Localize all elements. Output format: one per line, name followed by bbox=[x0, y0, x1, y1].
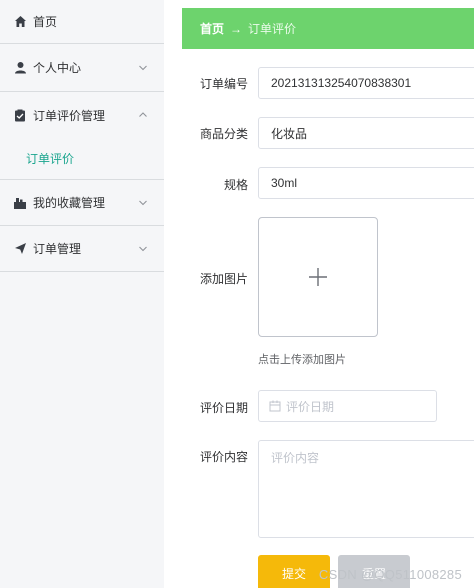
date-label: 评价日期 bbox=[199, 401, 248, 415]
clipboard-icon bbox=[13, 108, 27, 122]
category-field[interactable]: 化妆品 bbox=[258, 117, 474, 149]
chevron-down-icon bbox=[139, 65, 147, 70]
chevron-down-icon bbox=[139, 246, 147, 251]
sidebar-item-label: 订单评价管理 bbox=[33, 108, 106, 123]
chevron-up-icon bbox=[139, 112, 147, 117]
sidebar-item-label: 首页 bbox=[33, 15, 58, 29]
breadcrumb-separator: → bbox=[230, 21, 243, 36]
breadcrumb: 首页 → 订单评价 bbox=[182, 8, 474, 49]
date-picker[interactable]: 评价日期 bbox=[258, 390, 437, 422]
sidebar-item-home[interactable]: 首页 bbox=[0, 0, 164, 44]
sidebar-item-label: 我的收藏管理 bbox=[33, 196, 106, 210]
content-label: 评价内容 bbox=[199, 450, 248, 464]
spec-field[interactable]: 30ml bbox=[258, 167, 474, 199]
sidebar-subitem-order-review[interactable]: 订单评价 bbox=[0, 138, 164, 180]
sidebar-item-label: 个人中心 bbox=[33, 61, 82, 75]
plus-icon bbox=[309, 268, 327, 286]
sidebar-item-profile[interactable]: 个人中心 bbox=[0, 44, 164, 92]
user-icon bbox=[13, 61, 27, 75]
order-no-field[interactable]: 20213131325407083830​1 bbox=[258, 67, 474, 99]
upload-hint: 点击上传添加图片 bbox=[258, 354, 346, 366]
image-upload[interactable] bbox=[258, 217, 378, 337]
sidebar-item-label: 订单管理 bbox=[33, 242, 82, 256]
breadcrumb-current: 订单评价 bbox=[248, 22, 297, 36]
calendar-icon bbox=[269, 400, 281, 412]
home-icon bbox=[13, 15, 27, 29]
sidebar-item-favorites[interactable]: 我的收藏管理 bbox=[0, 180, 164, 226]
order-no-label: 订单编号 bbox=[199, 77, 248, 91]
spec-label: 规格 bbox=[223, 178, 248, 192]
date-placeholder: 评价日期 bbox=[286, 399, 335, 414]
image-label: 添加图片 bbox=[199, 272, 248, 286]
category-label: 商品分类 bbox=[199, 127, 248, 141]
breadcrumb-home[interactable]: 首页 bbox=[200, 20, 224, 37]
send-icon bbox=[13, 242, 27, 256]
sidebar: 首页 个人中心 订单评价管理 订单评价 我的收藏管理 订单管理 bbox=[0, 0, 164, 588]
sidebar-item-order-management[interactable]: 订单管理 bbox=[0, 226, 164, 272]
watermark: CSDN @QQ511008285 bbox=[318, 567, 462, 582]
content-textarea[interactable]: 评价内容 bbox=[258, 440, 474, 538]
main-content: 首页 → 订单评价 订单编号 20213131325407083830​1 商品… bbox=[182, 0, 474, 588]
collection-icon bbox=[13, 196, 27, 210]
sidebar-item-review-management[interactable]: 订单评价管理 bbox=[0, 92, 164, 138]
chevron-down-icon bbox=[139, 200, 147, 205]
